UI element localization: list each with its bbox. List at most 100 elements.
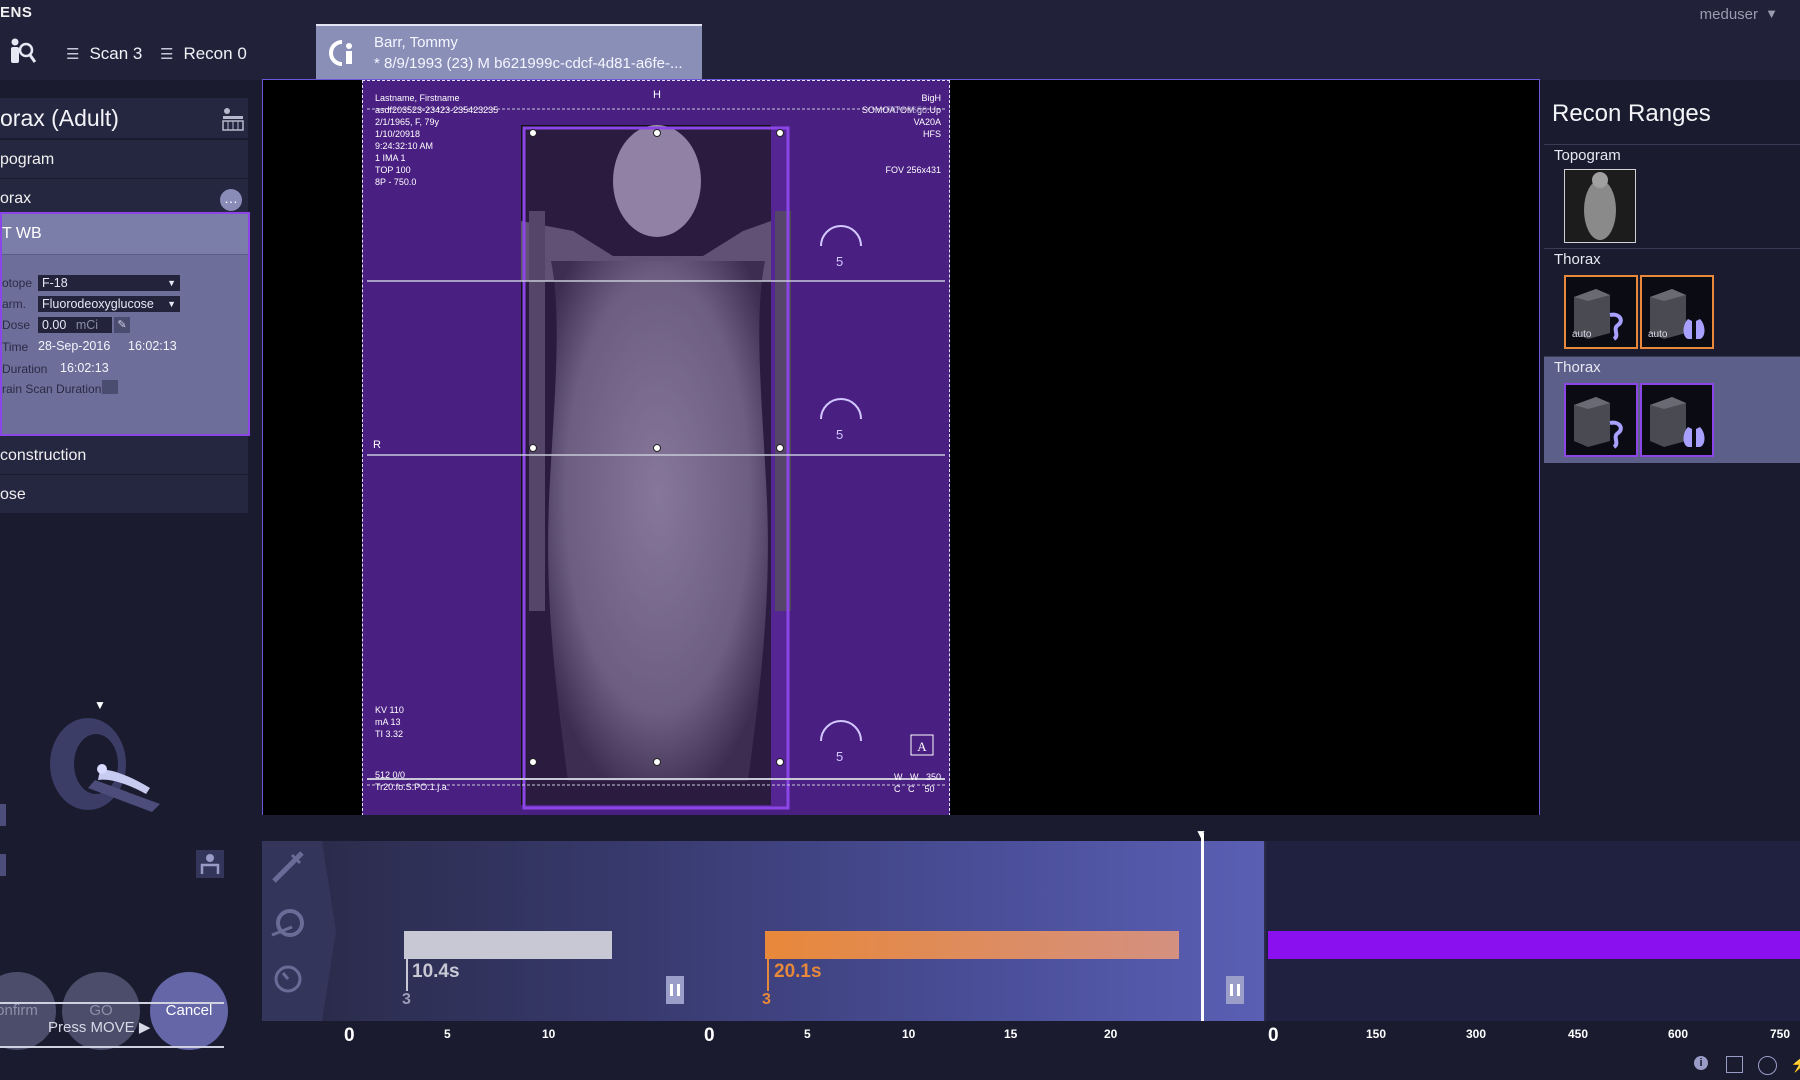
recon-section-thorax-2[interactable]: Thorax (1544, 356, 1800, 463)
thorax-count: 3 (762, 991, 771, 1008)
chevron-down-icon[interactable]: ▼ (1765, 6, 1778, 21)
syringe-icon[interactable]: ✎ (114, 317, 130, 333)
user-menu[interactable]: meduser (1700, 6, 1758, 23)
recon-ranges-title: Recon Ranges (1552, 100, 1711, 127)
gauge-value: 5 (836, 427, 844, 442)
list-item-topogram[interactable]: pogram (0, 140, 248, 179)
recon-section-topogram[interactable]: Topogram (1544, 144, 1800, 247)
menu-icon: ☰ (66, 46, 80, 63)
gauge-value: 5 (836, 254, 844, 269)
axis-tick: 5 (804, 1027, 811, 1041)
clock-icon (274, 965, 302, 993)
overlay-head-marker: H (653, 89, 661, 101)
thorax-scan-bar[interactable] (765, 931, 1179, 959)
pet-scan-bar[interactable] (1268, 931, 1800, 959)
overlay-exposure: KV 110 mA 13 TI 3.32 (375, 705, 404, 739)
brand-logo: ENS (0, 4, 33, 21)
bar-marker (767, 959, 769, 991)
overlay-patient-info: Lastname, Firstname asdf203523-23423-235… (375, 93, 499, 187)
dose-input[interactable]: 0.00 mCi (38, 317, 112, 333)
window-icon[interactable] (1726, 1056, 1743, 1073)
axis-tick: 450 (1568, 1027, 1589, 1041)
menu-icon: ☰ (160, 46, 174, 63)
list-item-reconstruction[interactable]: construction (0, 436, 248, 475)
confirm-button[interactable]: onfirm (0, 972, 56, 1050)
overlay-fov-ghost: FOV 3650 (885, 105, 927, 115)
topogram-image[interactable]: A Lastname, Firstname asdf203523-23423-2… (362, 80, 950, 816)
patient-position-icon[interactable] (220, 106, 246, 132)
go-button[interactable]: GO (62, 972, 140, 1050)
overlay-series: 512 0/0 Tr20.fo.S.PO.1.j.a. (375, 770, 450, 792)
top-bar: ENS meduser ▼ ☰ Scan 3 ☰ Recon 0 Barr, Tom… (0, 0, 1800, 80)
recon-ranges-panel: Recon Ranges Topogram Thorax auto auto T… (1540, 80, 1800, 816)
table-left-icon[interactable] (0, 804, 6, 826)
ct-patient-icon (328, 38, 358, 68)
topogram-body: A (367, 108, 945, 810)
protocol-title: orax (Adult) (0, 98, 248, 139)
pet-panel-header[interactable]: T WB (2, 214, 248, 255)
topogram-duration: 10.4s (412, 961, 460, 982)
isotope-select[interactable]: F-18 ▼ (38, 275, 180, 291)
timeline-icon-column (262, 841, 322, 1021)
axis-tick: 10 (542, 1027, 556, 1041)
axis-tick: 10 (902, 1027, 916, 1041)
pause-icon[interactable] (1226, 976, 1244, 1004)
gauge-value: 5 (836, 749, 844, 764)
patient-table-icon[interactable] (196, 850, 224, 878)
position-marker-icon: ▼ (94, 698, 106, 712)
topogram-count: 3 (402, 991, 411, 1008)
pharmaceutical-select[interactable]: Fluorodeoxyglucose ▼ (38, 296, 180, 312)
timeline-playhead[interactable] (1201, 833, 1204, 1021)
divider (0, 1002, 224, 1004)
table-down-icon[interactable] (0, 854, 6, 876)
patient-name: Barr, Tommy (374, 34, 458, 51)
recon-tile-lung-auto[interactable]: auto (1640, 275, 1714, 349)
info-icon[interactable]: i (1694, 1056, 1708, 1070)
axis-tick: 0 (704, 1025, 715, 1046)
svg-text:A: A (917, 739, 927, 754)
patient-tab[interactable]: Barr, Tommy * 8/9/1993 (23) M b621999c-c… (316, 24, 702, 80)
axis-tick: 0 (1268, 1025, 1279, 1046)
warning-icon[interactable]: ⚡ (1790, 1054, 1800, 1074)
playhead-marker-icon[interactable]: ▼ (1195, 827, 1207, 841)
axis-tick: 0 (344, 1025, 355, 1046)
recon-tile-lung[interactable] (1640, 383, 1714, 457)
axis-tick: 20 (1104, 1027, 1118, 1041)
circle-icon[interactable] (1758, 1056, 1777, 1075)
axis-tick: 750 (1770, 1027, 1791, 1041)
patient-info: * 8/9/1993 (23) M b621999c-cdcf-4d81-a6f… (374, 55, 683, 72)
gantry-illustration: ▼ (0, 696, 240, 896)
scan-menu[interactable]: ☰ Scan 3 (66, 44, 142, 64)
recon-section-thorax-1[interactable]: Thorax auto auto (1544, 248, 1800, 355)
timeline-separator (322, 841, 336, 1021)
axis-tick: 600 (1668, 1027, 1689, 1041)
patient-browser-icon[interactable] (6, 36, 37, 66)
recon-menu[interactable]: ☰ Recon 0 (160, 44, 247, 64)
overlay-fov: FOV 256x431 (885, 165, 941, 175)
chevron-down-icon: ▼ (167, 299, 176, 309)
overlay-window-center: W W 350 C C 50 (893, 772, 941, 794)
divider (0, 1046, 224, 1048)
left-panel: orax (Adult) pogram orax … T WB otope F-… (0, 80, 262, 1080)
train-duration-checkbox[interactable] (102, 380, 118, 394)
axis-tick: 150 (1366, 1027, 1387, 1041)
recon-tile-abdomen-auto[interactable]: auto (1564, 275, 1638, 349)
axis-tick: 5 (444, 1027, 451, 1041)
injection-icon (272, 851, 304, 883)
cancel-button[interactable]: Cancel (150, 972, 228, 1050)
axis-tick: 15 (1004, 1027, 1018, 1041)
pause-icon[interactable] (666, 976, 684, 1004)
overlay-right-marker: R (373, 439, 381, 451)
chevron-down-icon: ▼ (167, 278, 176, 288)
list-item-dose[interactable]: ose (0, 475, 248, 514)
press-move-hint: Press MOVE ▶ (48, 1019, 151, 1036)
recon-tile-abdomen[interactable] (1564, 383, 1638, 457)
axis-tick: 300 (1466, 1027, 1487, 1041)
image-viewer[interactable]: A Lastname, Firstname asdf203523-23423-2… (262, 79, 1540, 817)
scan-timeline: 10.4s 3 20.1s 3 ▼ 0 5 10 0 5 10 15 20 0 … (262, 815, 1800, 1080)
topogram-scan-bar[interactable] (404, 931, 612, 959)
topogram-thumbnail[interactable] (1564, 169, 1636, 243)
pet-wb-panel: T WB otope F-18 ▼ arm. Fluorodeoxyglucose… (0, 212, 250, 436)
gantry-icon (271, 909, 304, 937)
more-options-icon[interactable]: … (220, 189, 242, 211)
